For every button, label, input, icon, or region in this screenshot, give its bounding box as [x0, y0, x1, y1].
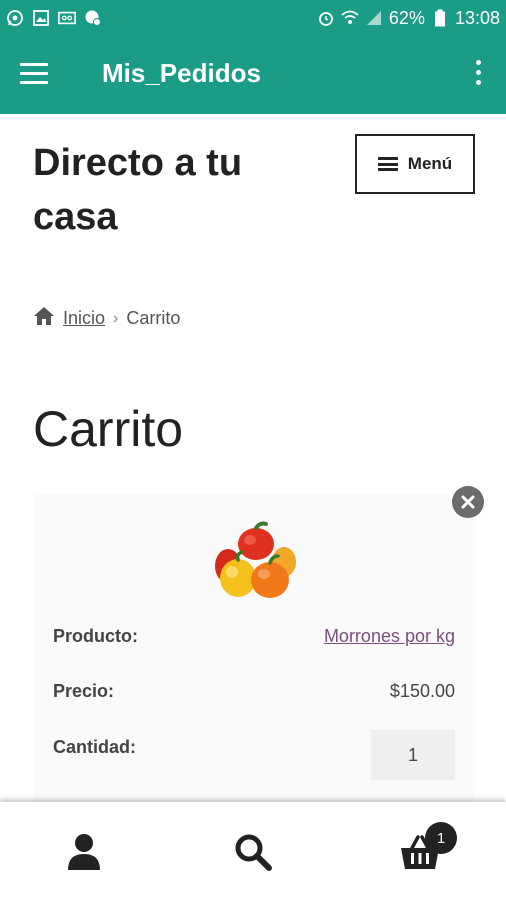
menu-lines-icon: [377, 157, 398, 171]
app-title: Mis_Pedidos: [102, 58, 261, 88]
price-label: Precio:: [53, 681, 115, 701]
home-icon[interactable]: [33, 306, 55, 331]
messenger-icon: [84, 9, 102, 27]
quantity-label: Cantidad:: [53, 737, 136, 757]
voicemail-icon: [58, 9, 76, 27]
battery-icon: [431, 9, 449, 27]
battery-percent: 62%: [388, 7, 425, 28]
product-name-link[interactable]: Morrones por kg: [324, 626, 455, 647]
account-button[interactable]: [62, 830, 106, 874]
signal-icon: [365, 9, 383, 27]
site-title[interactable]: Directo a tu casa: [33, 136, 293, 244]
account-icon: [68, 834, 100, 870]
breadcrumb-current: Carrito: [126, 308, 181, 328]
bottom-nav: [0, 802, 506, 900]
status-bar: 62% 13:08: [0, 0, 506, 36]
remove-item-button[interactable]: [452, 486, 484, 518]
cart-count-badge: 1: [425, 822, 457, 854]
product-label: Producto:: [53, 626, 138, 646]
whatsapp-icon: [6, 9, 24, 27]
app-bar: Mis_Pedidos: [0, 36, 506, 114]
drawer-menu-icon[interactable]: [20, 63, 48, 85]
menu-button-label: Menú: [407, 154, 453, 173]
breadcrumb: Inicio › Carrito: [33, 306, 180, 331]
close-icon: [461, 495, 475, 509]
product-name[interactable]: Morrones por kg: [324, 626, 455, 646]
page-title: Carrito: [33, 401, 184, 457]
alarm-icon: [317, 9, 335, 27]
search-button[interactable]: [231, 830, 275, 874]
wifi-icon: [341, 9, 359, 27]
search-icon: [235, 834, 272, 871]
menu-button[interactable]: Menú: [355, 134, 475, 194]
breadcrumb-separator: ›: [113, 309, 119, 327]
bell-peppers-image: [215, 521, 296, 598]
overflow-menu-icon[interactable]: [474, 60, 482, 88]
breadcrumb-home-link[interactable]: Inicio: [63, 308, 105, 329]
gallery-icon: [32, 9, 50, 27]
price-value: $150.00: [389, 681, 455, 701]
product-image[interactable]: [208, 518, 300, 600]
clock-time: 13:08: [454, 7, 500, 28]
quantity-input[interactable]: [371, 730, 455, 780]
